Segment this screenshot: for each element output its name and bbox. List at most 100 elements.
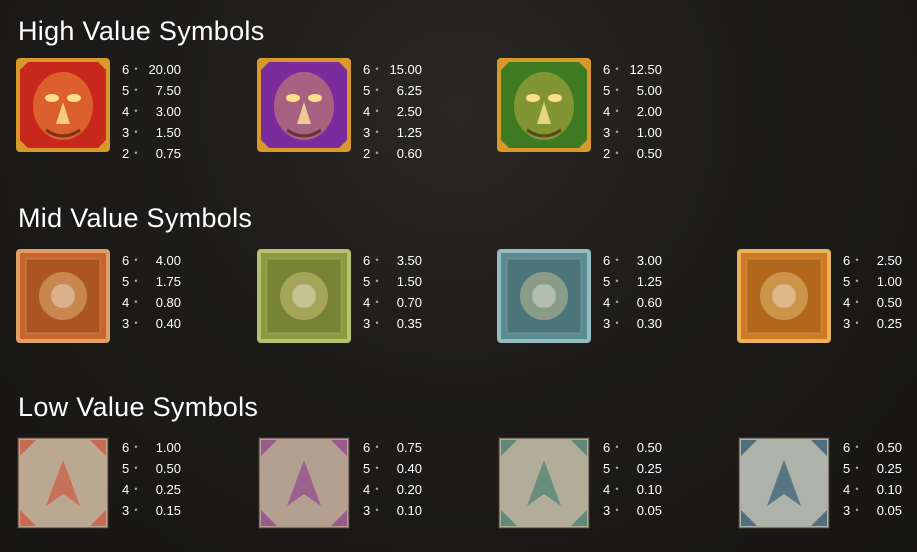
paytable-row: 4 • 2.00 <box>603 101 662 122</box>
payout-value: 0.50 <box>636 440 662 455</box>
paytable-row: 5 • 5.00 <box>603 80 662 101</box>
symbol-count: 4 <box>363 482 371 497</box>
payout-value: 6.25 <box>396 83 422 98</box>
symbol-count: 6 <box>363 62 371 77</box>
paytable: 6 • 3.50 5 • 1.50 4 • 0.70 3 • 0.35 <box>363 250 422 334</box>
symbol-count: 3 <box>122 503 130 518</box>
symbol-count: 5 <box>603 83 611 98</box>
symbol-count: 3 <box>603 503 611 518</box>
separator-dot: • <box>375 318 379 328</box>
paytable-row: 6 • 0.75 <box>363 437 422 458</box>
symbol-count: 6 <box>122 253 130 268</box>
symbol-count: 4 <box>363 104 371 119</box>
paytable-row: 6 • 1.00 <box>122 437 181 458</box>
paytable-row: 2 • 0.60 <box>363 143 422 164</box>
separator-dot: • <box>615 64 619 74</box>
payout-value: 0.60 <box>636 295 662 310</box>
separator-dot: • <box>855 318 859 328</box>
separator-dot: • <box>375 127 379 137</box>
paytable-row: 4 • 0.70 <box>363 292 422 313</box>
payout-value: 0.35 <box>396 316 422 331</box>
payout-value: 15.00 <box>389 62 422 77</box>
payout-value: 1.50 <box>396 274 422 289</box>
paytable-row: 6 • 20.00 <box>122 59 181 80</box>
paytable-row: 4 • 0.80 <box>122 292 181 313</box>
payout-value: 0.50 <box>155 461 181 476</box>
symbol-count: 5 <box>122 461 130 476</box>
paytable: 6 • 1.00 5 • 0.50 4 • 0.25 3 • 0.15 <box>122 437 181 521</box>
separator-dot: • <box>375 85 379 95</box>
symbol-count: 4 <box>603 104 611 119</box>
separator-dot: • <box>855 255 859 265</box>
payout-value: 0.10 <box>876 482 902 497</box>
separator-dot: • <box>375 484 379 494</box>
separator-dot: • <box>855 463 859 473</box>
payout-value: 0.50 <box>636 146 662 161</box>
paytable: 6 • 0.75 5 • 0.40 4 • 0.20 3 • 0.10 <box>363 437 422 521</box>
payout-value: 0.75 <box>396 440 422 455</box>
separator-dot: • <box>615 297 619 307</box>
symbol-count: 6 <box>603 440 611 455</box>
section-title-low-value: Low Value Symbols <box>18 392 259 422</box>
paytable-row: 4 • 0.60 <box>603 292 662 313</box>
paytable-row: 6 • 3.00 <box>603 250 662 271</box>
payout-value: 1.50 <box>155 125 181 140</box>
blue-chevron-rune-icon <box>737 436 831 530</box>
payout-value: 0.70 <box>396 295 422 310</box>
paytable-row: 2 • 0.50 <box>603 143 662 164</box>
separator-dot: • <box>134 318 138 328</box>
paytable: 6 • 0.50 5 • 0.25 4 • 0.10 3 • 0.05 <box>843 437 902 521</box>
axe-icon <box>497 249 591 343</box>
section-title-high-value: High Value Symbols <box>18 16 265 46</box>
separator-dot: • <box>375 297 379 307</box>
payout-value: 0.05 <box>876 503 902 518</box>
paytable-row: 5 • 7.50 <box>122 80 181 101</box>
paytable-row: 4 • 0.10 <box>843 479 902 500</box>
payout-value: 12.50 <box>629 62 662 77</box>
paytable-row: 5 • 1.00 <box>843 271 902 292</box>
symbol-count: 2 <box>122 146 130 161</box>
separator-dot: • <box>134 85 138 95</box>
paytable-row: 3 • 0.35 <box>363 313 422 334</box>
symbol-count: 6 <box>363 253 371 268</box>
paytable-row: 6 • 0.50 <box>603 437 662 458</box>
payout-value: 0.80 <box>155 295 181 310</box>
paytable-row: 5 • 6.25 <box>363 80 422 101</box>
paytable-row: 5 • 1.75 <box>122 271 181 292</box>
symbol-count: 4 <box>843 295 851 310</box>
symbol-count: 2 <box>363 146 371 161</box>
payout-value: 1.00 <box>155 440 181 455</box>
paytable: 6 • 0.50 5 • 0.25 4 • 0.10 3 • 0.05 <box>603 437 662 521</box>
separator-dot: • <box>134 442 138 452</box>
payout-value: 1.25 <box>396 125 422 140</box>
symbol-count: 3 <box>363 316 371 331</box>
separator-dot: • <box>615 463 619 473</box>
paytable-row: 3 • 0.05 <box>603 500 662 521</box>
payout-value: 0.10 <box>396 503 422 518</box>
payout-value: 0.05 <box>636 503 662 518</box>
payout-value: 0.15 <box>155 503 181 518</box>
symbol-count: 4 <box>603 295 611 310</box>
payout-value: 2.50 <box>876 253 902 268</box>
paytable-row: 3 • 0.05 <box>843 500 902 521</box>
symbol-count: 4 <box>122 482 130 497</box>
paytable-row: 3 • 1.50 <box>122 122 181 143</box>
paytable-row: 4 • 0.50 <box>843 292 902 313</box>
separator-dot: • <box>615 85 619 95</box>
symbol-count: 3 <box>603 316 611 331</box>
paytable-row: 3 • 1.00 <box>603 122 662 143</box>
paytable: 6 • 4.00 5 • 1.75 4 • 0.80 3 • 0.40 <box>122 250 181 334</box>
payout-value: 2.00 <box>636 104 662 119</box>
separator-dot: • <box>134 297 138 307</box>
separator-dot: • <box>615 106 619 116</box>
symbol-count: 4 <box>122 104 130 119</box>
symbol-count: 3 <box>363 503 371 518</box>
purple-eagle-mask-icon <box>257 58 351 152</box>
separator-dot: • <box>375 148 379 158</box>
paytable-row: 5 • 0.50 <box>122 458 181 479</box>
paytable-row: 3 • 0.30 <box>603 313 662 334</box>
paytable-row: 4 • 0.10 <box>603 479 662 500</box>
paytable: 6 • 20.00 5 • 7.50 4 • 3.00 3 • 1.50 2 • 0.75 <box>122 59 181 164</box>
symbol-count: 3 <box>843 316 851 331</box>
paytable: 6 • 2.50 5 • 1.00 4 • 0.50 3 • 0.25 <box>843 250 902 334</box>
